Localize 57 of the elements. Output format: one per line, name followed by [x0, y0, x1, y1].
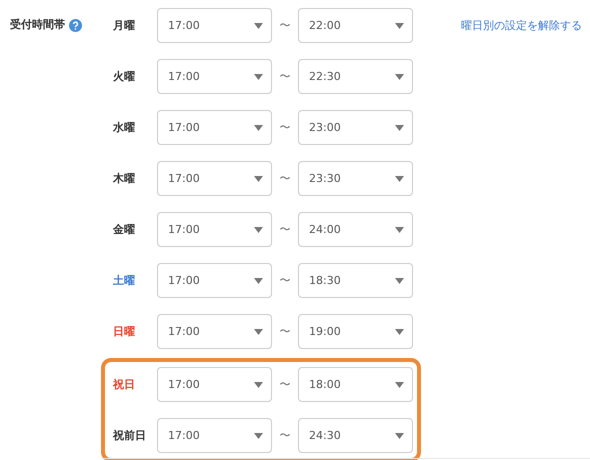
day-label: 祝日	[113, 377, 136, 392]
day-label: 水曜	[113, 120, 136, 135]
caret-icon	[254, 176, 263, 182]
section-label: 受付時間帯	[10, 17, 65, 33]
time-select[interactable]: 24:30	[298, 418, 413, 453]
caret-icon	[254, 278, 263, 284]
time-select[interactable]: 19:00	[298, 314, 413, 349]
range-separator: 〜	[278, 377, 292, 392]
time-select[interactable]: 23:30	[298, 161, 413, 196]
day-label: 金曜	[113, 222, 136, 237]
caret-icon	[254, 124, 263, 130]
time-select[interactable]: 17:00	[157, 263, 272, 298]
caret-icon	[395, 328, 404, 334]
time-select[interactable]: 17:00	[157, 314, 272, 349]
range-separator: 〜	[278, 120, 292, 135]
caret-icon	[254, 328, 263, 334]
day-label: 月曜	[113, 18, 136, 33]
caret-icon	[254, 74, 263, 80]
time-select[interactable]: 18:00	[298, 367, 413, 402]
time-select[interactable]: 23:00	[298, 110, 413, 145]
day-label: 木曜	[113, 171, 136, 186]
caret-icon	[395, 176, 404, 182]
time-select[interactable]: 17:00	[157, 367, 272, 402]
day-label: 土曜	[113, 273, 136, 288]
time-select[interactable]: 18:30	[298, 263, 413, 298]
clear-settings-link[interactable]: 曜日別の設定を解除する	[461, 18, 582, 33]
caret-icon	[254, 382, 263, 388]
range-separator: 〜	[278, 324, 292, 339]
caret-icon	[395, 74, 404, 80]
time-select[interactable]: 17:00	[157, 212, 272, 247]
day-label: 祝前日	[113, 428, 147, 443]
caret-icon	[395, 382, 404, 388]
time-select[interactable]: 17:00	[157, 161, 272, 196]
caret-icon	[254, 432, 263, 438]
time-select[interactable]: 17:00	[157, 110, 272, 145]
help-icon[interactable]	[69, 19, 82, 32]
range-separator: 〜	[278, 222, 292, 237]
day-label: 火曜	[113, 69, 136, 84]
range-separator: 〜	[278, 18, 292, 33]
caret-icon	[395, 226, 404, 232]
caret-icon	[254, 226, 263, 232]
caret-icon	[395, 278, 404, 284]
time-select[interactable]: 17:00	[157, 418, 272, 453]
day-label: 日曜	[113, 324, 136, 339]
range-separator: 〜	[278, 171, 292, 186]
range-separator: 〜	[278, 69, 292, 84]
time-select[interactable]: 22:00	[298, 8, 413, 43]
range-separator: 〜	[278, 428, 292, 443]
caret-icon	[395, 124, 404, 130]
caret-icon	[395, 432, 404, 438]
time-select[interactable]: 17:00	[157, 59, 272, 94]
time-select[interactable]: 24:00	[298, 212, 413, 247]
caret-icon	[395, 22, 404, 28]
range-separator: 〜	[278, 273, 292, 288]
time-select[interactable]: 22:30	[298, 59, 413, 94]
time-select[interactable]: 17:00	[157, 8, 272, 43]
caret-icon	[254, 22, 263, 28]
